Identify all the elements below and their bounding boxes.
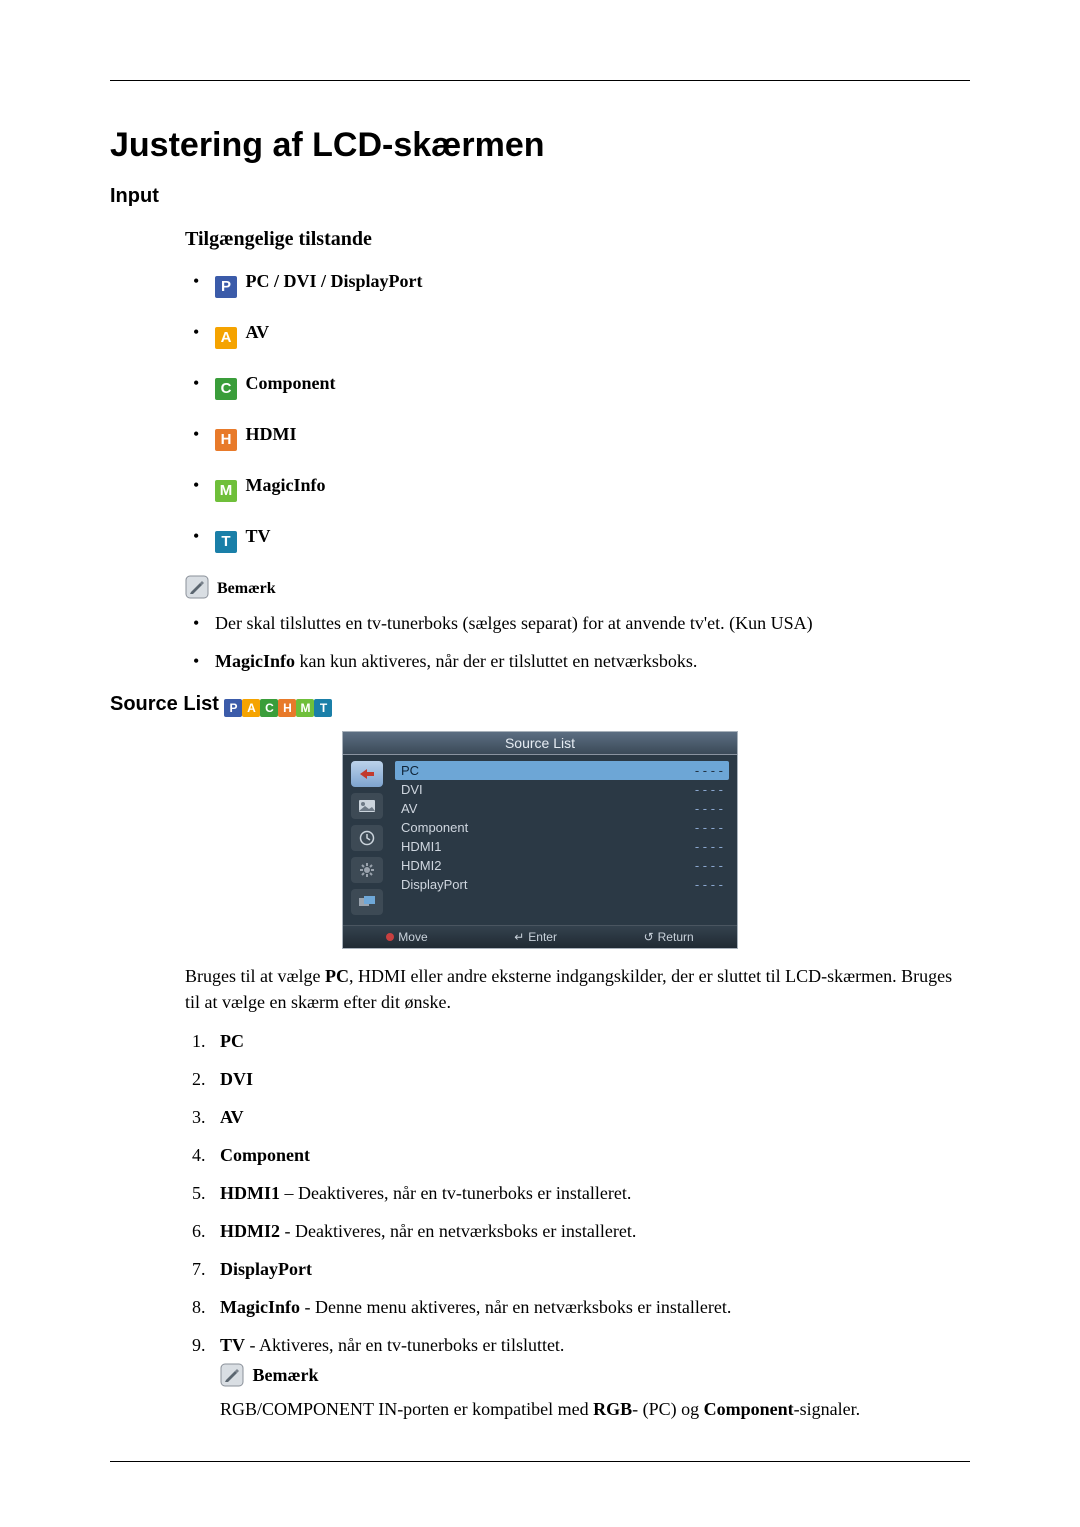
section-input: Input [110, 185, 970, 208]
top-rule [110, 80, 970, 81]
osd-row-displayport: DisplayPort- - - - [395, 875, 729, 894]
note-label: Bemærk [217, 580, 276, 597]
src-item-7: DisplayPort [210, 1257, 970, 1281]
src-item-2: DVI [210, 1067, 970, 1091]
m-icon: M [215, 480, 237, 502]
osd-source-list: Source List PC- - - - [342, 731, 738, 949]
source-numbered-list: PC DVI AV Component HDMI1 – Deaktiveres,… [185, 1029, 970, 1421]
osd-row-dvi: DVI- - - - [395, 780, 729, 799]
note-list: Der skal tilsluttes en tv-tunerboks (sæl… [185, 611, 970, 673]
move-dot-icon [386, 933, 394, 941]
osd-row-pc: PC- - - - [395, 761, 729, 780]
p-icon: P [215, 276, 237, 298]
p-icon: P [224, 699, 242, 717]
mode-list: P PC / DVI / DisplayPort A AV C Componen… [185, 269, 970, 553]
mode-av: A AV [185, 320, 970, 349]
mode-magicinfo: M MagicInfo [185, 473, 970, 502]
t-icon: T [314, 699, 332, 717]
section-source-list: Source List PACHMT [110, 693, 970, 717]
mode-hdmi-label: HDMI [246, 424, 297, 444]
note-item-2-rest: kan kun aktiveres, når der er tilsluttet… [295, 651, 697, 671]
src-item-8: MagicInfo - Denne menu aktiveres, når en… [210, 1295, 970, 1319]
osd-side-icon-multi [351, 889, 383, 915]
mode-hdmi: H HDMI [185, 422, 970, 451]
osd-row-hdmi2: HDMI2- - - - [395, 856, 729, 875]
src-item-6: HDMI2 - Deaktiveres, når en netværksboks… [210, 1219, 970, 1243]
heading-available-modes: Tilgængelige tilstande [185, 228, 970, 251]
osd-body: PC- - - - DVI- - - - AV- - - - Component… [343, 755, 737, 925]
mode-pc: P PC / DVI / DisplayPort [185, 269, 970, 298]
h-icon: H [215, 429, 237, 451]
osd-side [343, 755, 391, 925]
src-item-5: HDMI1 – Deaktiveres, når en tv-tunerboks… [210, 1181, 970, 1205]
osd-side-icon-time [351, 825, 383, 851]
mode-component-label: Component [246, 373, 336, 393]
osd-side-icon-picture [351, 793, 383, 819]
mode-av-label: AV [246, 322, 270, 342]
osd-side-icon-input [351, 761, 383, 787]
section-source-list-label: Source List [110, 693, 224, 715]
pencil-icon [220, 1363, 244, 1387]
bottom-rule [110, 1461, 970, 1462]
osd-foot-enter: ↵ Enter [514, 930, 557, 944]
note2-text: RGB/COMPONENT IN-porten er kompatibel me… [220, 1397, 970, 1421]
m-icon: M [296, 699, 314, 717]
note-block: Bemærk [185, 575, 970, 599]
src-item-4: Component [210, 1143, 970, 1167]
mode-tv-label: TV [246, 526, 271, 546]
osd-foot-move: Move [386, 930, 427, 944]
note-item-1: Der skal tilsluttes en tv-tunerboks (sæl… [185, 611, 970, 635]
mode-pc-label: PC / DVI / DisplayPort [246, 271, 423, 291]
osd-side-icon-setup [351, 857, 383, 883]
osd-title: Source List [343, 732, 737, 755]
osd-row-av: AV- - - - [395, 799, 729, 818]
osd-foot-return: ↺ Return [644, 930, 694, 944]
mode-badge-row: PACHMT [224, 693, 332, 715]
note-item-2: MagicInfo kan kun aktiveres, når der er … [185, 649, 970, 673]
note2-label: Bemærk [253, 1365, 319, 1385]
a-icon: A [242, 699, 260, 717]
note2-block: Bemærk [220, 1363, 970, 1387]
mode-component: C Component [185, 371, 970, 400]
t-icon: T [215, 531, 237, 553]
osd-row-component: Component- - - - [395, 818, 729, 837]
document-page: Justering af LCD-skærmen Input Tilgængel… [0, 0, 1080, 1527]
mode-tv: T TV [185, 524, 970, 553]
note-item-2-strong: MagicInfo [215, 651, 295, 671]
pencil-icon [185, 575, 209, 599]
mode-magicinfo-label: MagicInfo [246, 475, 326, 495]
page-title: Justering af LCD-skærmen [110, 126, 970, 165]
osd-footer: Move ↵ Enter ↺ Return [343, 925, 737, 948]
osd-main: PC- - - - DVI- - - - AV- - - - Component… [391, 755, 737, 925]
a-icon: A [215, 327, 237, 349]
src-item-3: AV [210, 1105, 970, 1129]
h-icon: H [278, 699, 296, 717]
src-item-1: PC [210, 1029, 970, 1053]
source-description: Bruges til at vælge PC, HDMI eller andre… [185, 963, 970, 1015]
osd-row-hdmi1: HDMI1- - - - [395, 837, 729, 856]
c-icon: C [260, 699, 278, 717]
src-item-9: TV - Aktiveres, når en tv-tunerboks er t… [210, 1333, 970, 1421]
c-icon: C [215, 378, 237, 400]
